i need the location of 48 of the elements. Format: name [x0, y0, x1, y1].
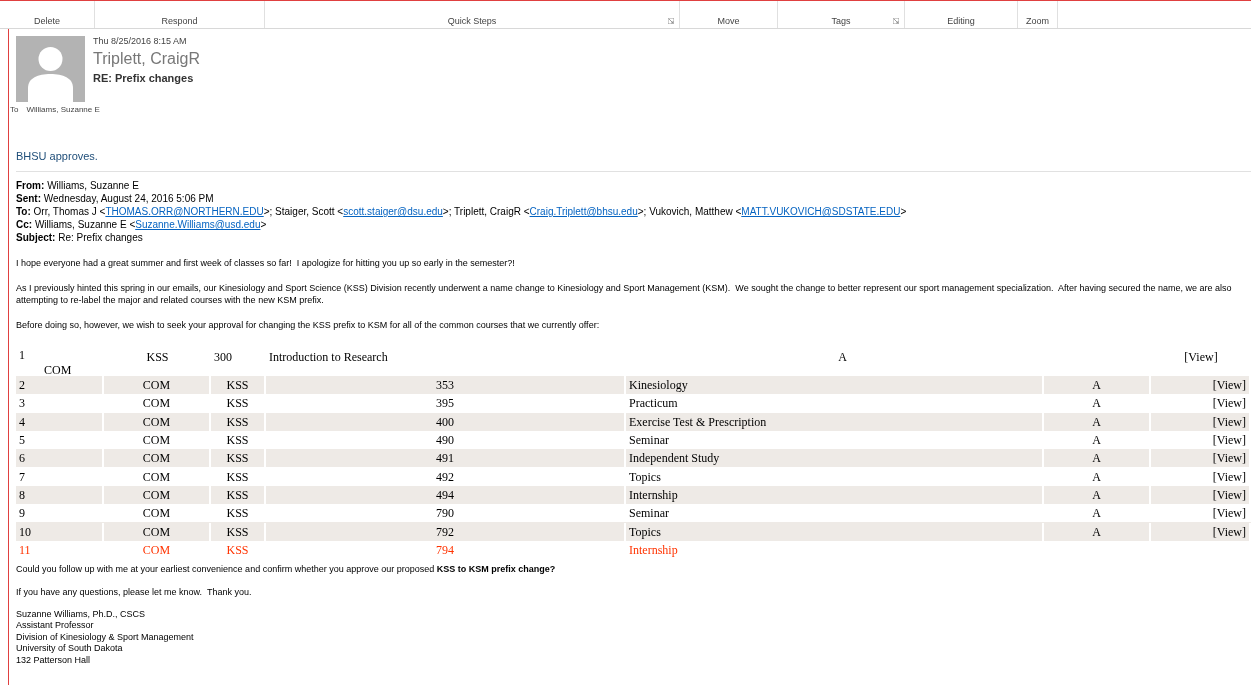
table-cell-text: Introduction to Research: [268, 349, 389, 366]
body-paragraph: Before doing so, however, we wish to seek your approval for changing the KSS prefix to KSM for all of the common courses that we currently offer:: [16, 319, 601, 331]
quoted-header-line: Subject: Re: Prefix changes: [16, 231, 144, 244]
message-subject: RE: Prefix changes: [93, 72, 195, 84]
table-cell: 11: [16, 540, 104, 559]
signature-line: Division of Kinesiology & Sport Management: [16, 631, 195, 644]
table-cell-text: [View]: [1183, 349, 1219, 366]
signature-line: Suzanne Williams, Ph.D., CSCS: [16, 608, 147, 621]
body-paragraph: Could you follow up with me at your earliest convenience and confirm whether you approve our proposed KSS to KSM prefix change?: [16, 562, 557, 575]
ribbon-group-label: Zoom: [1026, 16, 1049, 26]
ribbon-group-label: Delete: [34, 16, 60, 26]
quoted-header-line: Cc: Williams, Suzanne E <Suzanne.Williams@usd.edu>: [16, 218, 268, 231]
table-cell-text: COM: [43, 363, 73, 378]
table-cell-text: KSS: [145, 349, 170, 366]
body-paragraph: As I previously hinted this spring in our emails, our Kinesiology and Sport Science (KSS) Division recently underwent a name change to Kinesiology and Sport Management (KSM). We sought the change to better represent our sport management specialization. After having secured the name, we are also attempting to re-label the major and related courses with the new KSM prefix.: [16, 282, 1233, 306]
quoted-header-line: From: Williams, Suzanne E: [16, 179, 140, 192]
to-label: To: [10, 105, 19, 114]
reply-text: BHSU approves.: [16, 150, 99, 162]
signature-line: University of South Dakota: [16, 643, 124, 655]
dialog-launcher-icon[interactable]: [668, 18, 674, 24]
body-paragraph: If you have any questions, please let me know. Thank you.: [16, 585, 253, 598]
table-cell-text: 300: [213, 349, 233, 366]
table-cell: COM: [104, 540, 211, 559]
sender-name: Triplett, CraigR: [93, 50, 200, 68]
quoted-header-line: Sent: Wednesday, August 24, 2016 5:06 PM: [16, 192, 215, 205]
sent-date: Thu 8/25/2016 8:15 AM: [93, 36, 188, 46]
dialog-launcher-icon[interactable]: [893, 18, 899, 24]
ribbon-group-label: Tags: [831, 16, 851, 26]
ribbon-group-label: Editing: [947, 16, 975, 26]
table-cell: KSS: [211, 540, 266, 559]
signature-line: 132 Patterson Hall: [16, 654, 92, 667]
table-cell-text: 1: [19, 348, 26, 363]
body-paragraph: I hope everyone had a great summer and first week of classes so far! I apologize for hitting you up so early in the semester?!: [16, 257, 516, 269]
ribbon-group-label: Move: [717, 16, 740, 26]
recipient-name[interactable]: Williams, Suzanne E: [26, 105, 100, 114]
table-cell-text: A: [837, 349, 848, 366]
email-link[interactable]: MATT.VUKOVICH@SDSTATE.EDU: [741, 206, 901, 217]
quoted-header-line: To: Orr, Thomas J <THOMAS.ORR@NORTHERN.EDU>; Staiger, Scott <scott.staiger@dsu.edu>; Triplett, CraigR <Craig.Triplett@bhsu.edu>; Vukovich, Matthew <MATT.VUKOVICH@SDSTATE.EDU>: [16, 205, 908, 218]
signature-line: Assistant Professor: [16, 620, 95, 632]
ribbon-group-label: Quick Steps: [447, 16, 497, 26]
table-cell: 794: [266, 540, 626, 559]
table-cell: Internship: [626, 540, 1044, 559]
email-link[interactable]: Craig.Triplett@bhsu.edu: [529, 206, 638, 217]
email-link[interactable]: Suzanne.Williams@usd.edu: [135, 219, 261, 230]
ribbon-group-label: Respond: [161, 16, 198, 26]
email-link[interactable]: THOMAS.ORR@NORTHERN.EDU: [105, 206, 264, 217]
avatar-silhouette: [16, 36, 85, 102]
email-link[interactable]: scott.staiger@dsu.edu: [343, 206, 443, 217]
